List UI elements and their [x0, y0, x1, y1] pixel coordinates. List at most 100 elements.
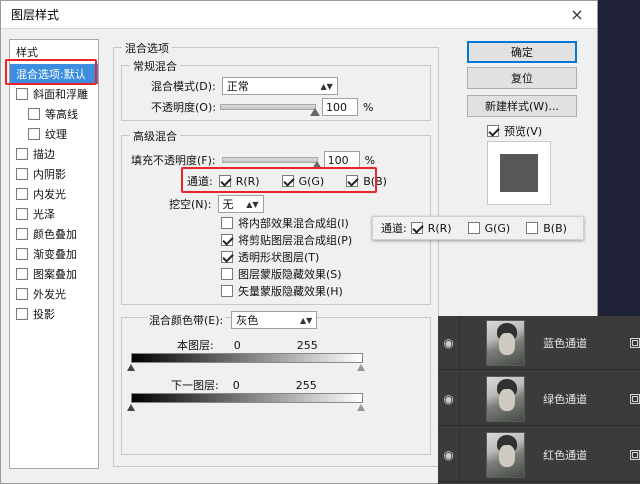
- style-item-pattern-overlay[interactable]: 图案叠加: [10, 264, 98, 284]
- option-row: 将剪贴图层混合成组(P): [221, 232, 352, 248]
- new-style-button[interactable]: 新建样式(W)...: [467, 95, 577, 117]
- callout-channel-r-checkbox[interactable]: [410, 222, 423, 234]
- this-layer-black-slider[interactable]: [127, 364, 135, 371]
- eye-icon[interactable]: ◉: [438, 448, 459, 462]
- ok-button[interactable]: 确定: [467, 41, 577, 63]
- opacity-input[interactable]: 100: [321, 98, 358, 116]
- this-layer-max: 255: [296, 338, 318, 352]
- underlying-white-slider[interactable]: [357, 404, 365, 411]
- style-preview: [487, 141, 551, 205]
- style-item-label: 混合选项:默认: [16, 68, 86, 81]
- channel-b-checkbox[interactable]: [346, 175, 359, 187]
- this-layer-gradient: [131, 353, 363, 363]
- blend-mode-value: 正常: [226, 80, 249, 93]
- style-item-blending-options[interactable]: 混合选项:默认: [10, 64, 98, 84]
- preview-checkbox[interactable]: [487, 125, 499, 137]
- close-icon[interactable]: ×: [567, 5, 587, 24]
- style-item-drop-shadow[interactable]: 投影: [10, 304, 98, 324]
- fill-opacity-slider-thumb[interactable]: [311, 161, 322, 169]
- channel-row-blue[interactable]: ◉ 蓝色通道: [438, 315, 640, 370]
- bevel-emboss-checkbox[interactable]: [16, 88, 28, 100]
- opacity-label: 不透明度(O):: [151, 101, 216, 114]
- style-item-contour[interactable]: 等高线: [10, 104, 98, 124]
- option-row: 透明形状图层(T): [221, 249, 319, 265]
- eye-icon[interactable]: ◉: [438, 336, 459, 350]
- opacity-row: 不透明度(O): 100 %: [151, 98, 373, 116]
- fill-opacity-slider[interactable]: [221, 157, 322, 169]
- callout-channel-r: R(R): [410, 221, 452, 235]
- stroke-checkbox[interactable]: [16, 148, 28, 160]
- style-item-satin[interactable]: 光泽: [10, 204, 98, 224]
- channel-row-green[interactable]: ◉ 绿色通道: [438, 371, 640, 426]
- knockout-select[interactable]: 无 ▲▼: [217, 195, 264, 213]
- pattern-overlay-checkbox[interactable]: [16, 268, 28, 280]
- channel-g-checkbox[interactable]: [281, 175, 294, 187]
- style-item-inner-shadow[interactable]: 内阴影: [10, 164, 98, 184]
- style-item-color-overlay[interactable]: 颜色叠加: [10, 224, 98, 244]
- this-layer-min: 0: [233, 338, 241, 352]
- opacity-slider[interactable]: [219, 104, 320, 116]
- fill-opacity-input[interactable]: 100: [323, 151, 360, 169]
- channel-thumbnail: [486, 375, 526, 422]
- this-layer-white-slider[interactable]: [357, 364, 365, 371]
- title-bar: 图层样式 ×: [1, 1, 597, 29]
- eye-icon[interactable]: ◉: [438, 392, 459, 406]
- preview-swatch: [500, 154, 538, 192]
- satin-checkbox[interactable]: [16, 208, 28, 220]
- channel-r-checkbox[interactable]: [218, 175, 231, 187]
- channel-r-label: R(R): [235, 174, 260, 188]
- drop-shadow-checkbox[interactable]: [16, 308, 28, 320]
- chevron-down-icon: ▲▼: [320, 81, 333, 91]
- style-item-stroke[interactable]: 描边: [10, 144, 98, 164]
- style-item-inner-glow[interactable]: 内发光: [10, 184, 98, 204]
- blend-mode-select[interactable]: 正常 ▲▼: [221, 77, 338, 95]
- style-item-label: 内阴影: [33, 168, 66, 181]
- divider: [459, 427, 461, 482]
- style-item-label: 外发光: [33, 288, 66, 301]
- underlying-min: 0: [232, 378, 240, 392]
- channels-callout: 通道: R(R) G(G) B(B): [372, 216, 584, 240]
- preview-label: 预览(V): [504, 125, 543, 138]
- color-overlay-checkbox[interactable]: [16, 228, 28, 240]
- fill-opacity-label: 填充不透明度(F):: [131, 154, 216, 167]
- channel-link-icon: [630, 393, 640, 404]
- inner-shadow-checkbox[interactable]: [16, 168, 28, 180]
- opacity-slider-thumb[interactable]: [309, 108, 320, 116]
- callout-channel-r-label: R(R): [427, 221, 452, 235]
- gradient-overlay-checkbox[interactable]: [16, 248, 28, 260]
- layer-mask-hides-checkbox[interactable]: [221, 268, 233, 280]
- callout-channel-g-checkbox[interactable]: [467, 222, 480, 234]
- texture-checkbox[interactable]: [28, 128, 40, 140]
- dialog-title: 图层样式: [11, 8, 60, 22]
- style-item-bevel-emboss[interactable]: 斜面和浮雕: [10, 84, 98, 104]
- style-item-label: 斜面和浮雕: [33, 88, 88, 101]
- channel-b-label: B(B): [363, 174, 387, 188]
- style-item-texture[interactable]: 纹理: [10, 124, 98, 144]
- contour-checkbox[interactable]: [28, 108, 40, 120]
- styles-list: 样式 混合选项:默认 斜面和浮雕 等高线 纹理 描边 内阴影 内发光 光泽 颜色…: [9, 39, 99, 469]
- callout-channel-b: B(B): [526, 222, 567, 235]
- callout-channels-label: 通道:: [381, 222, 407, 235]
- blend-clipped-layers-checkbox[interactable]: [221, 234, 233, 246]
- blend-if-row: 混合颜色带(E): 灰色 ▲▼: [147, 311, 318, 329]
- style-item-outer-glow[interactable]: 外发光: [10, 284, 98, 304]
- callout-channel-b-checkbox[interactable]: [526, 222, 539, 234]
- blend-if-select[interactable]: 灰色 ▲▼: [231, 311, 318, 329]
- style-item-label: 等高线: [45, 108, 78, 121]
- style-item-label: 图案叠加: [33, 268, 77, 281]
- style-item-label: 光泽: [33, 208, 55, 221]
- blend-interior-effects-checkbox[interactable]: [221, 217, 233, 229]
- channel-thumbnail: [486, 319, 526, 366]
- channel-g-label: G(G): [298, 174, 325, 188]
- style-item-gradient-overlay[interactable]: 渐变叠加: [10, 244, 98, 264]
- option-row: 矢量蒙版隐藏效果(H): [221, 283, 343, 299]
- outer-glow-checkbox[interactable]: [16, 288, 28, 300]
- channel-row-red[interactable]: ◉ 红色通道: [438, 427, 640, 482]
- underlying-black-slider[interactable]: [127, 404, 135, 411]
- inner-glow-checkbox[interactable]: [16, 188, 28, 200]
- advanced-blending-title: 高级混合: [130, 128, 180, 144]
- reset-button[interactable]: 复位: [467, 67, 577, 89]
- vector-mask-hides-checkbox[interactable]: [221, 285, 233, 297]
- channel-name: 蓝色通道: [543, 336, 588, 350]
- transparency-shapes-checkbox[interactable]: [221, 251, 233, 263]
